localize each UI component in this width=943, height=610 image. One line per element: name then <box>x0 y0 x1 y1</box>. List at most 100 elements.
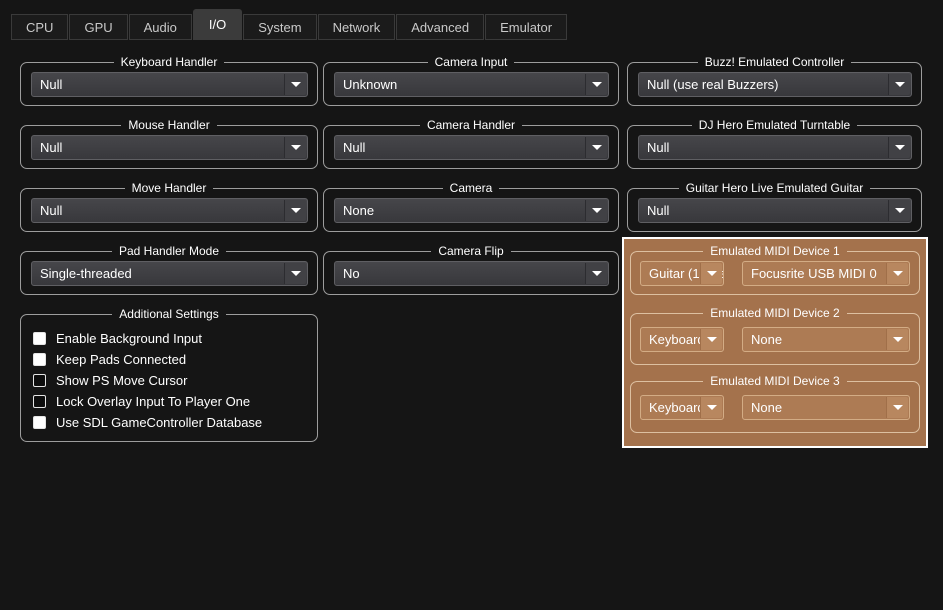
tab-io[interactable]: I/O <box>193 9 242 40</box>
chevron-down-icon <box>888 74 910 95</box>
camera-input-dropdown[interactable]: Unknown <box>334 72 609 97</box>
chevron-down-icon <box>284 200 306 221</box>
tab-label: Network <box>333 20 381 35</box>
group-camera-handler: Camera Handler Null <box>323 125 619 169</box>
group-camera-input: Camera Input Unknown <box>323 62 619 106</box>
group-title: Emulated MIDI Device 3 <box>631 374 919 389</box>
column-camera: Camera Input Unknown Camera Handler Null… <box>323 48 619 314</box>
group-mouse-handler: Mouse Handler Null <box>20 125 318 169</box>
group-move-handler: Move Handler Null <box>20 188 318 232</box>
tab-system[interactable]: System <box>243 14 316 40</box>
group-pad-handler-mode: Pad Handler Mode Single-threaded <box>20 251 318 295</box>
midi-device-2-type-dropdown[interactable]: Keyboard <box>640 327 724 352</box>
midi-device-3-device-dropdown[interactable]: None <box>742 395 910 420</box>
group-camera: Camera None <box>323 188 619 232</box>
chevron-down-icon <box>585 200 607 221</box>
dj-hero-turntable-dropdown[interactable]: Null <box>638 135 912 160</box>
chevron-down-icon <box>888 137 910 158</box>
keyboard-handler-dropdown[interactable]: Null <box>31 72 308 97</box>
dropdown-value: Null <box>40 77 62 92</box>
checkbox-box[interactable] <box>33 416 46 429</box>
column-handlers: Keyboard Handler Null Mouse Handler Null… <box>20 48 318 461</box>
dropdown-value: Null (use real Buzzers) <box>647 77 779 92</box>
checkbox-show-ps-move-cursor[interactable]: Show PS Move Cursor <box>33 370 305 391</box>
move-handler-dropdown[interactable]: Null <box>31 198 308 223</box>
group-guitar-hero-live: Guitar Hero Live Emulated Guitar Null <box>627 188 922 232</box>
tab-label: Emulator <box>500 20 552 35</box>
group-additional-settings: Additional Settings Enable Background In… <box>20 314 318 442</box>
dropdown-value: Unknown <box>343 77 397 92</box>
camera-flip-dropdown[interactable]: No <box>334 261 609 286</box>
group-title: Emulated MIDI Device 2 <box>631 306 919 321</box>
group-title: DJ Hero Emulated Turntable <box>628 118 921 133</box>
chevron-down-icon <box>700 397 722 418</box>
tab-label: I/O <box>209 17 226 32</box>
pad-handler-mode-dropdown[interactable]: Single-threaded <box>31 261 308 286</box>
group-keyboard-handler: Keyboard Handler Null <box>20 62 318 106</box>
dropdown-value: Keyboard <box>649 332 705 347</box>
chevron-down-icon <box>585 74 607 95</box>
checkbox-box[interactable] <box>33 374 46 387</box>
midi-device-3-type-dropdown[interactable]: Keyboard <box>640 395 724 420</box>
checkbox-label: Use SDL GameController Database <box>56 415 262 430</box>
group-emulated-midi-device-1: Emulated MIDI Device 1 Guitar (17 fre Fo… <box>630 251 920 295</box>
tab-bar: CPU GPU Audio I/O System Network Advance… <box>11 8 568 40</box>
dropdown-value: Keyboard <box>649 400 705 415</box>
checkbox-box[interactable] <box>33 353 46 366</box>
checkbox-label: Enable Background Input <box>56 331 202 346</box>
chevron-down-icon <box>585 263 607 284</box>
checkbox-label: Keep Pads Connected <box>56 352 186 367</box>
mouse-handler-dropdown[interactable]: Null <box>31 135 308 160</box>
camera-handler-dropdown[interactable]: Null <box>334 135 609 160</box>
group-title: Guitar Hero Live Emulated Guitar <box>628 181 921 196</box>
tab-audio[interactable]: Audio <box>129 14 192 40</box>
group-emulated-midi-device-2: Emulated MIDI Device 2 Keyboard None <box>630 313 920 365</box>
chevron-down-icon <box>284 74 306 95</box>
tab-advanced[interactable]: Advanced <box>396 14 484 40</box>
tab-label: System <box>258 20 301 35</box>
group-title: Camera Input <box>324 55 618 70</box>
chevron-down-icon <box>284 137 306 158</box>
tab-network[interactable]: Network <box>318 14 396 40</box>
group-title: Camera <box>324 181 618 196</box>
midi-device-1-device-dropdown[interactable]: Focusrite USB MIDI 0 <box>742 261 910 286</box>
chevron-down-icon <box>886 397 908 418</box>
chevron-down-icon <box>700 263 722 284</box>
checkbox-keep-pads-connected[interactable]: Keep Pads Connected <box>33 349 305 370</box>
dropdown-value: No <box>343 266 360 281</box>
camera-dropdown[interactable]: None <box>334 198 609 223</box>
group-camera-flip: Camera Flip No <box>323 251 619 295</box>
checkbox-box[interactable] <box>33 395 46 408</box>
dropdown-value: Single-threaded <box>40 266 132 281</box>
group-dj-hero-turntable: DJ Hero Emulated Turntable Null <box>627 125 922 169</box>
tab-gpu[interactable]: GPU <box>69 14 127 40</box>
chevron-down-icon <box>585 137 607 158</box>
checkbox-label: Lock Overlay Input To Player One <box>56 394 250 409</box>
tab-label: CPU <box>26 20 53 35</box>
buzz-controller-dropdown[interactable]: Null (use real Buzzers) <box>638 72 912 97</box>
tab-label: Audio <box>144 20 177 35</box>
chevron-down-icon <box>700 329 722 350</box>
midi-device-1-type-dropdown[interactable]: Guitar (17 fre <box>640 261 724 286</box>
group-title: Additional Settings <box>21 307 317 322</box>
dropdown-value: None <box>751 332 782 347</box>
dropdown-value: Null <box>343 140 365 155</box>
checkbox-enable-background-input[interactable]: Enable Background Input <box>33 328 305 349</box>
dropdown-value: Focusrite USB MIDI 0 <box>751 266 877 281</box>
dropdown-value: None <box>343 203 374 218</box>
tab-cpu[interactable]: CPU <box>11 14 68 40</box>
group-title: Buzz! Emulated Controller <box>628 55 921 70</box>
guitar-hero-live-dropdown[interactable]: Null <box>638 198 912 223</box>
checkbox-lock-overlay-input[interactable]: Lock Overlay Input To Player One <box>33 391 305 412</box>
dropdown-value: Null <box>647 203 669 218</box>
chevron-down-icon <box>888 200 910 221</box>
group-buzz-controller: Buzz! Emulated Controller Null (use real… <box>627 62 922 106</box>
tab-label: GPU <box>84 20 112 35</box>
group-title: Camera Flip <box>324 244 618 259</box>
checkbox-box[interactable] <box>33 332 46 345</box>
tab-emulator[interactable]: Emulator <box>485 14 567 40</box>
midi-device-2-device-dropdown[interactable]: None <box>742 327 910 352</box>
group-emulated-midi-device-3: Emulated MIDI Device 3 Keyboard None <box>630 381 920 433</box>
checkbox-sdl-gamecontroller-db[interactable]: Use SDL GameController Database <box>33 412 305 433</box>
group-title: Move Handler <box>21 181 317 196</box>
